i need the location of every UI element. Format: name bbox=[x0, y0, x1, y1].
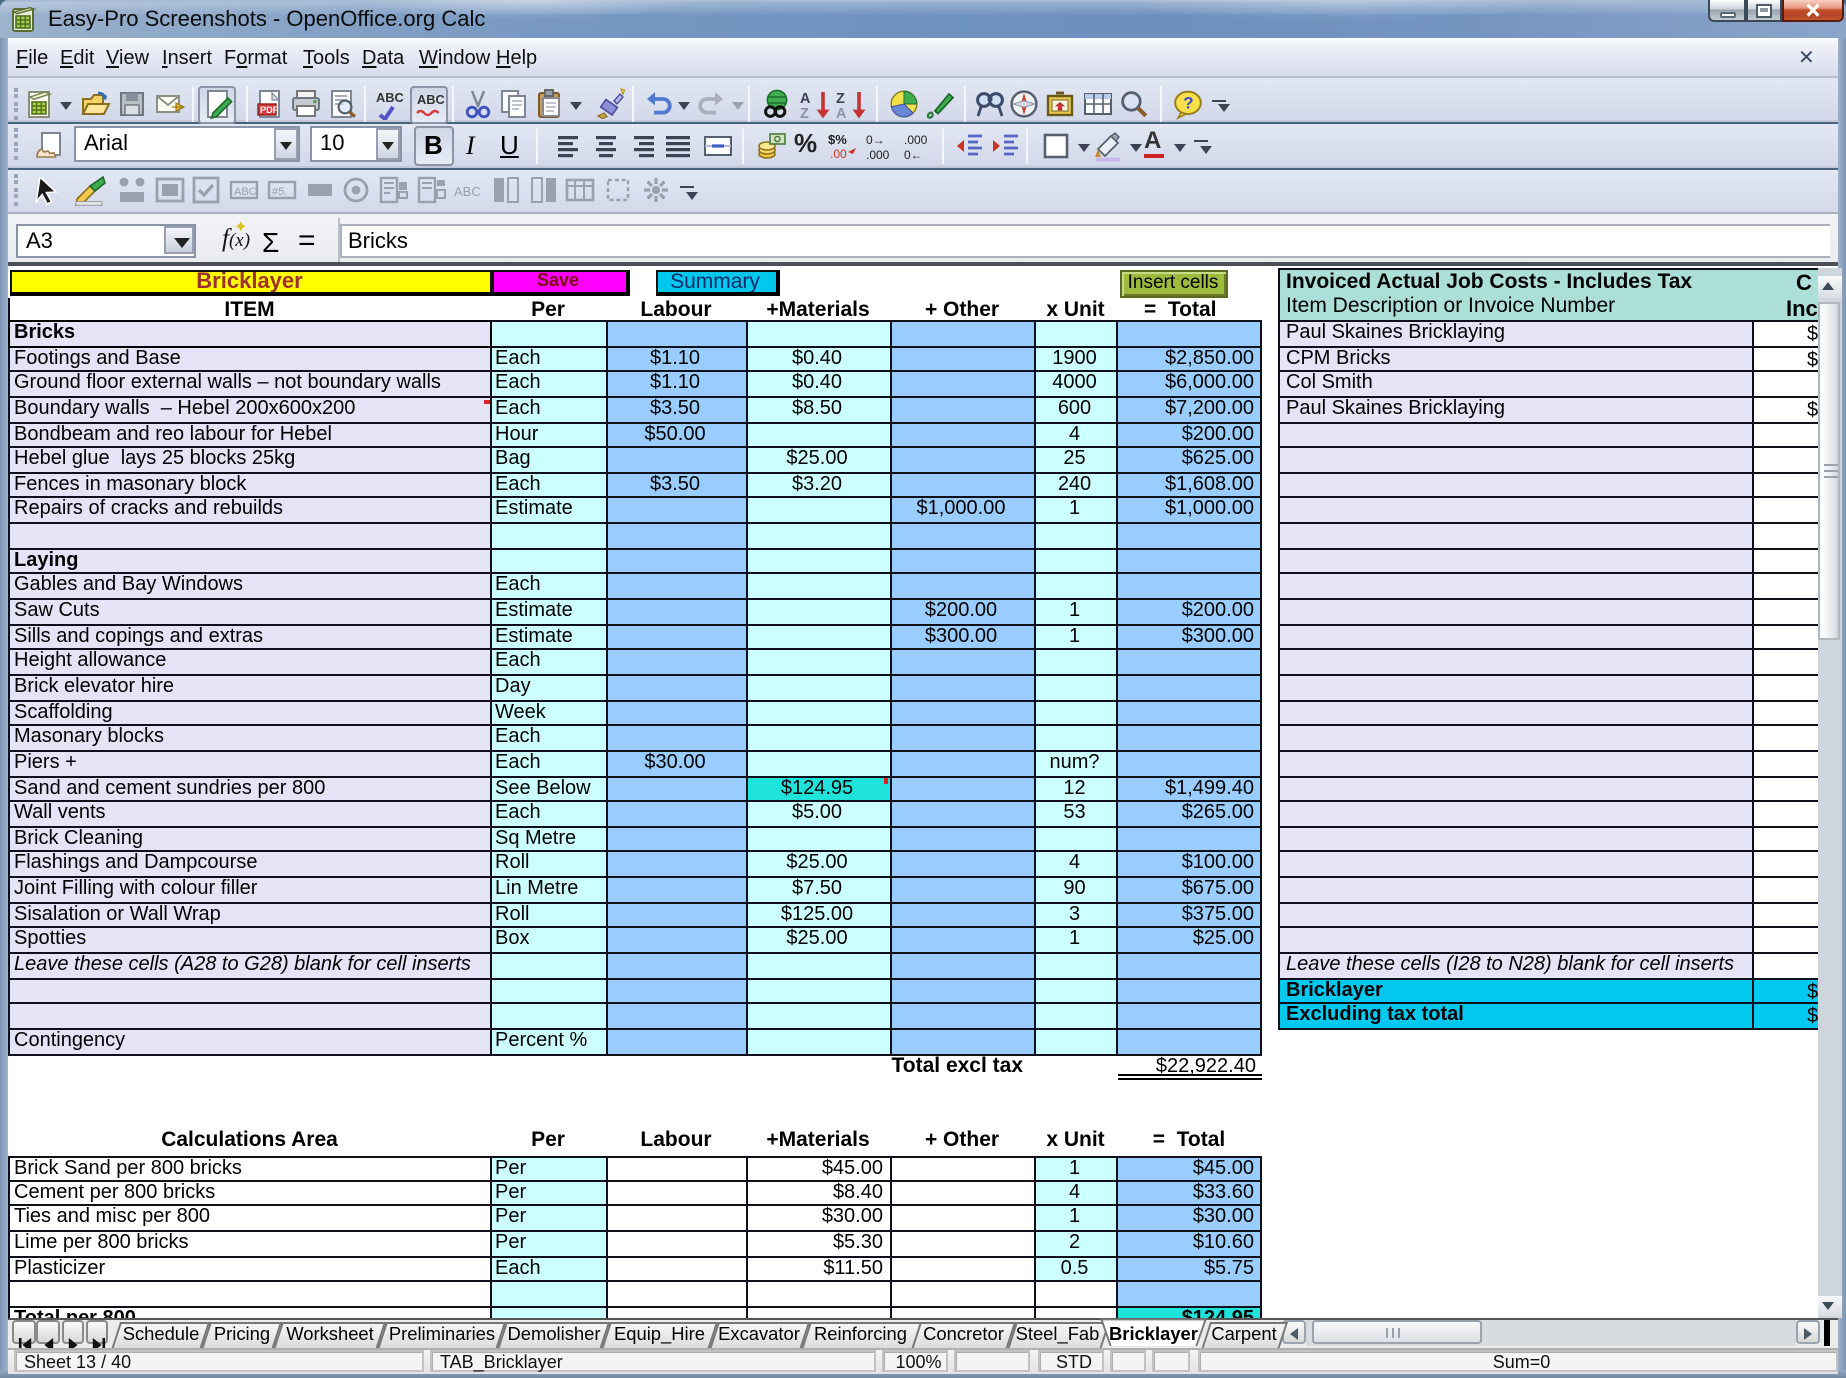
svg-text:ABC: ABC bbox=[234, 186, 257, 198]
svg-text:0←: 0← bbox=[904, 147, 923, 161]
svg-text:Z: Z bbox=[800, 106, 809, 120]
svg-text:ABC: ABC bbox=[417, 92, 445, 107]
svg-text:ABC: ABC bbox=[376, 90, 404, 105]
svg-text:?: ? bbox=[1183, 94, 1193, 113]
svg-text:.000: .000 bbox=[866, 147, 890, 161]
svg-text:A: A bbox=[836, 106, 847, 120]
svg-text:ABC: ABC bbox=[455, 184, 482, 199]
svg-text:PDF: PDF bbox=[260, 105, 279, 115]
svg-text:$%: $% bbox=[828, 131, 847, 146]
svg-text:.000: .000 bbox=[904, 132, 928, 146]
svg-text:#5.: #5. bbox=[272, 186, 287, 198]
svg-text:A: A bbox=[800, 91, 811, 107]
svg-text:0→: 0→ bbox=[866, 132, 885, 146]
svg-text:.00: .00 bbox=[830, 146, 847, 160]
svg-text:Z: Z bbox=[836, 91, 845, 107]
